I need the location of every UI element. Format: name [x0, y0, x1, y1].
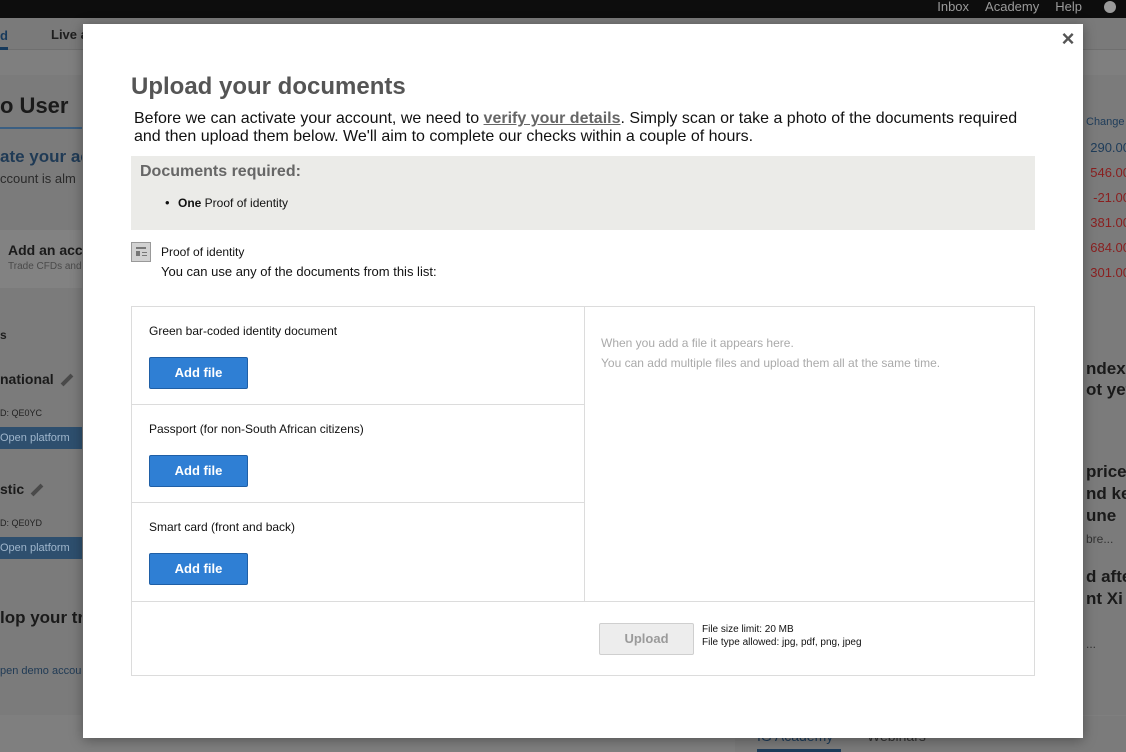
requirement-item: One Proof of identity — [165, 195, 288, 210]
proof-title: Proof of identity — [161, 245, 245, 259]
top-links: Inbox Academy Help — [937, 0, 1116, 14]
document-label: Smart card (front and back) — [149, 520, 296, 534]
right-panel: Change 290.00 546.00 -21.00 381.00 684.0… — [1082, 75, 1126, 715]
file-limits: File size limit: 20 MB File type allowed… — [702, 623, 862, 649]
close-icon[interactable]: × — [1059, 28, 1077, 50]
add-file-button[interactable]: Add file — [149, 455, 248, 487]
document-row: Smart card (front and back) Add file — [132, 503, 584, 601]
document-label: Green bar-coded identity document — [149, 324, 338, 338]
add-account-subtext: Trade CFDs and — [8, 261, 82, 272]
title-divider — [0, 127, 82, 129]
add-account-title: Add an acc — [8, 242, 82, 258]
file-size-limit: File size limit: 20 MB — [702, 624, 794, 635]
upload-footer: Upload File size limit: 20 MB File type … — [132, 601, 1034, 675]
upload-panel: Green bar-coded identity document Add fi… — [131, 306, 1035, 676]
open-demo-link[interactable]: pen demo accou — [0, 665, 81, 677]
modal-title: Upload your documents — [131, 73, 406, 100]
add-account-card[interactable] — [0, 230, 82, 288]
upload-button[interactable]: Upload — [599, 623, 694, 655]
drop-hint: You can add multiple files and upload th… — [601, 356, 941, 370]
upload-documents-modal: × Upload your documents Before we can ac… — [83, 24, 1083, 738]
drop-hint: When you add a file it appears here. — [601, 336, 794, 350]
document-row: Passport (for non-South African citizens… — [132, 405, 584, 503]
welcome-title: o User — [0, 93, 69, 118]
account-name: national — [0, 371, 74, 387]
activate-subtext: ccount is alm — [0, 171, 76, 186]
change-value: 301.00 — [1090, 265, 1126, 280]
edit-pencil-icon[interactable] — [60, 373, 74, 387]
open-platform-button[interactable]: Open platform — [0, 537, 82, 559]
change-value: -21.00 — [1093, 190, 1126, 205]
change-values: 290.00 546.00 -21.00 381.00 684.00 301.0… — [1082, 139, 1126, 289]
proof-description: You can use any of the documents from th… — [161, 264, 437, 279]
file-drop-area[interactable]: When you add a file it appears here. You… — [585, 307, 1034, 601]
open-platform-button[interactable]: Open platform — [0, 427, 82, 449]
active-tab-indicator — [0, 47, 8, 50]
change-value: 381.00 — [1090, 215, 1126, 230]
change-column-header: Change — [1086, 116, 1125, 128]
add-file-button[interactable]: Add file — [149, 357, 248, 389]
academy-link[interactable]: Academy — [985, 0, 1039, 13]
account-id: D: QE0YC — [0, 408, 43, 418]
change-value: 546.00 — [1090, 165, 1126, 180]
change-value: 684.00 — [1090, 240, 1126, 255]
file-type-limit: File type allowed: jpg, pdf, png, jpeg — [702, 637, 862, 648]
news-snippet: ... — [1086, 637, 1097, 651]
documents-required-box: Documents required: One Proof of identit… — [131, 156, 1035, 230]
news-headline[interactable]: price nd ke une — [1086, 461, 1126, 527]
document-label: Passport (for non-South African citizens… — [149, 422, 364, 436]
top-bar: Inbox Academy Help — [0, 0, 1126, 18]
verify-details-link[interactable]: verify your details — [484, 110, 621, 127]
edit-pencil-icon[interactable] — [30, 483, 44, 497]
activate-heading: ate your ac — [0, 147, 82, 166]
help-link[interactable]: Help — [1055, 0, 1082, 13]
news-snippet: bre... — [1086, 532, 1114, 546]
news-headline[interactable]: ndexot yet — [1086, 358, 1126, 400]
tab-dashboard[interactable]: d — [0, 28, 8, 43]
id-card-icon — [131, 242, 151, 262]
accounts-heading: s — [0, 328, 7, 342]
news-headline[interactable]: d aftent Xi — [1086, 566, 1126, 610]
inbox-link[interactable]: Inbox — [937, 0, 969, 13]
left-panel: o User ate your ac ccount is alm Add an … — [0, 75, 82, 715]
account-id: D: QE0YD — [0, 518, 43, 528]
change-value: 290.00 — [1090, 140, 1126, 155]
requirements-title: Documents required: — [140, 163, 301, 180]
intro-text: Before we can activate your account, we … — [134, 110, 1018, 145]
document-row: Green bar-coded identity document Add fi… — [132, 307, 584, 405]
user-icon[interactable] — [1104, 1, 1116, 13]
add-file-button[interactable]: Add file — [149, 553, 248, 585]
account-name: stic — [0, 481, 44, 497]
document-list: Green bar-coded identity document Add fi… — [132, 307, 585, 601]
develop-heading: lop your tr — [0, 608, 82, 627]
